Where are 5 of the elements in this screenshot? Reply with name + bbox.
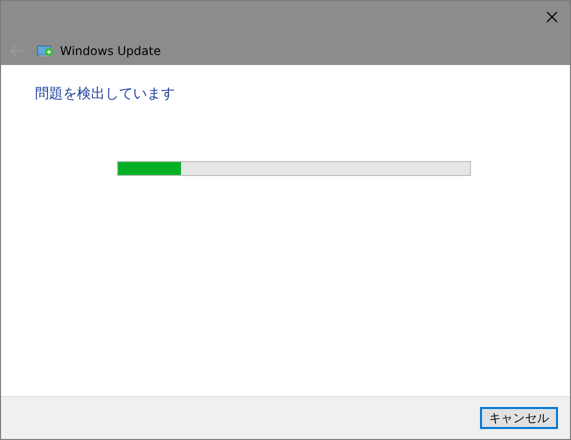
update-icon xyxy=(37,45,54,57)
close-icon[interactable] xyxy=(546,11,558,23)
cancel-button[interactable]: キャンセル xyxy=(480,407,558,429)
window-title: Windows Update xyxy=(60,44,161,58)
status-heading: 問題を検出しています xyxy=(35,85,176,103)
